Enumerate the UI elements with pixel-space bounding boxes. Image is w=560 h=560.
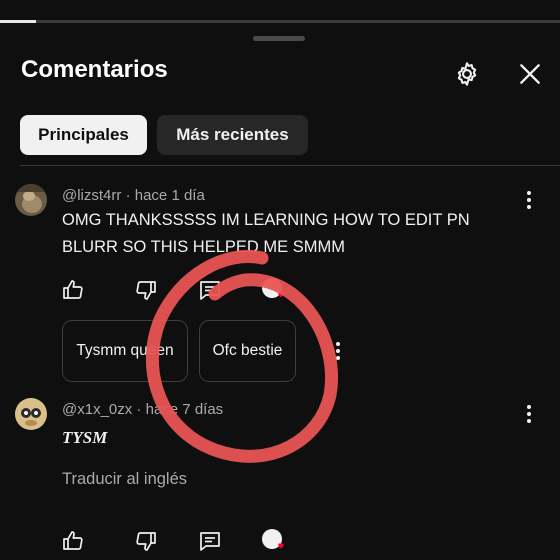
like-button[interactable] bbox=[59, 276, 87, 304]
reply-chip[interactable]: Tysmm queen bbox=[62, 320, 188, 382]
comment-more-button[interactable] bbox=[519, 402, 539, 426]
comment-text: TYSM bbox=[62, 428, 108, 447]
thumb-down-icon bbox=[136, 281, 156, 300]
creator-heart bbox=[260, 276, 288, 304]
drag-handle[interactable] bbox=[253, 36, 305, 41]
comment-author[interactable]: @lizst4rr · hace 1 día bbox=[62, 187, 205, 204]
close-icon bbox=[520, 64, 540, 84]
reply-chip[interactable]: Ofc bestie bbox=[199, 320, 296, 382]
dislike-button[interactable] bbox=[132, 276, 160, 304]
avatar[interactable] bbox=[15, 184, 47, 216]
avatar[interactable] bbox=[15, 398, 47, 430]
like-button[interactable] bbox=[59, 527, 87, 555]
creator-heart-icon bbox=[262, 529, 284, 549]
avatar-image bbox=[15, 398, 47, 430]
thumb-up-icon bbox=[63, 531, 83, 550]
panel-title: Comentarios bbox=[21, 56, 168, 83]
comments-panel: Comentarios Principales Más recientes @l… bbox=[0, 28, 560, 560]
thumb-down-icon bbox=[136, 532, 156, 551]
gear-icon bbox=[457, 62, 477, 86]
divider bbox=[20, 165, 560, 166]
reply-more-button[interactable] bbox=[328, 339, 348, 363]
creator-heart-icon bbox=[262, 278, 284, 298]
comment-more-button[interactable] bbox=[519, 188, 539, 212]
avatar-image bbox=[15, 184, 47, 216]
comment-author[interactable]: @x1x_0zx · hace 7 días bbox=[62, 401, 223, 418]
settings-button[interactable] bbox=[449, 56, 485, 92]
tab-principales[interactable]: Principales bbox=[20, 115, 147, 155]
tab-mas-recientes[interactable]: Más recientes bbox=[157, 115, 308, 155]
reply-icon bbox=[200, 281, 220, 300]
comment-text: OMG THANKSSSSS IM LEARNING HOW TO EDIT P… bbox=[62, 211, 470, 256]
reply-button[interactable] bbox=[196, 527, 224, 555]
video-progress-bar[interactable] bbox=[0, 20, 560, 23]
reply-button[interactable] bbox=[196, 276, 224, 304]
thumb-up-icon bbox=[63, 280, 83, 299]
translate-link[interactable]: Traducir al inglés bbox=[62, 470, 187, 489]
creator-heart bbox=[260, 527, 288, 555]
close-button[interactable] bbox=[512, 56, 548, 92]
dislike-button[interactable] bbox=[132, 527, 160, 555]
video-progress-fill bbox=[0, 20, 37, 23]
reply-icon bbox=[200, 532, 220, 551]
